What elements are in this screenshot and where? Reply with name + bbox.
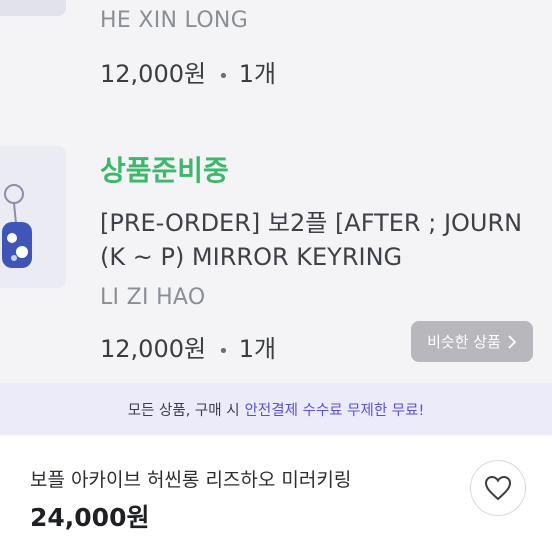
item-price: 12,000원 bbox=[100, 60, 207, 88]
banner-highlight: 안전결제 수수료 무제한 무료! bbox=[244, 402, 425, 419]
seller-name: HE XIN LONG bbox=[100, 8, 249, 33]
seller-name: LI ZI HAO bbox=[100, 285, 206, 310]
keyring-image-icon bbox=[2, 184, 32, 268]
product-thumbnail[interactable] bbox=[0, 0, 66, 16]
product-name: 보플 아카이브 허씬롱 리즈하오 미러키링 bbox=[30, 469, 352, 491]
chevron-right-icon bbox=[508, 334, 517, 349]
similar-products-button[interactable]: 비슷한 상품 bbox=[411, 321, 533, 362]
product-title-line1: [PRE-ORDER] 보2플 [AFTER ; JOURN bbox=[100, 209, 523, 237]
price-quantity: 12,000원 • 1개 bbox=[100, 54, 276, 89]
item-quantity: 1개 bbox=[238, 335, 277, 363]
heart-icon bbox=[484, 475, 512, 501]
separator-dot: • bbox=[218, 341, 229, 362]
product-price: 24,000원 bbox=[30, 503, 150, 532]
price-quantity: 12,000원 • 1개 bbox=[100, 329, 276, 364]
product-title-line2: (K ~ P) MIRROR KEYRING bbox=[100, 243, 403, 271]
separator-dot: • bbox=[218, 66, 229, 87]
product-thumbnail[interactable] bbox=[0, 146, 66, 288]
item-quantity: 1개 bbox=[238, 60, 277, 88]
safe-payment-banner[interactable]: 모든 상품, 구매 시 안전결제 수수료 무제한 무료! bbox=[0, 383, 552, 435]
item-price: 12,000원 bbox=[100, 335, 207, 363]
order-list: HE XIN LONG 12,000원 • 1개 상품준비중 [PRE-ORDER]… bbox=[0, 0, 552, 383]
order-status: 상품준비중 bbox=[100, 154, 229, 187]
like-button[interactable] bbox=[470, 460, 526, 516]
similar-products-label: 비슷한 상품 bbox=[427, 333, 501, 351]
banner-text: 모든 상품, 구매 시 bbox=[127, 402, 240, 419]
